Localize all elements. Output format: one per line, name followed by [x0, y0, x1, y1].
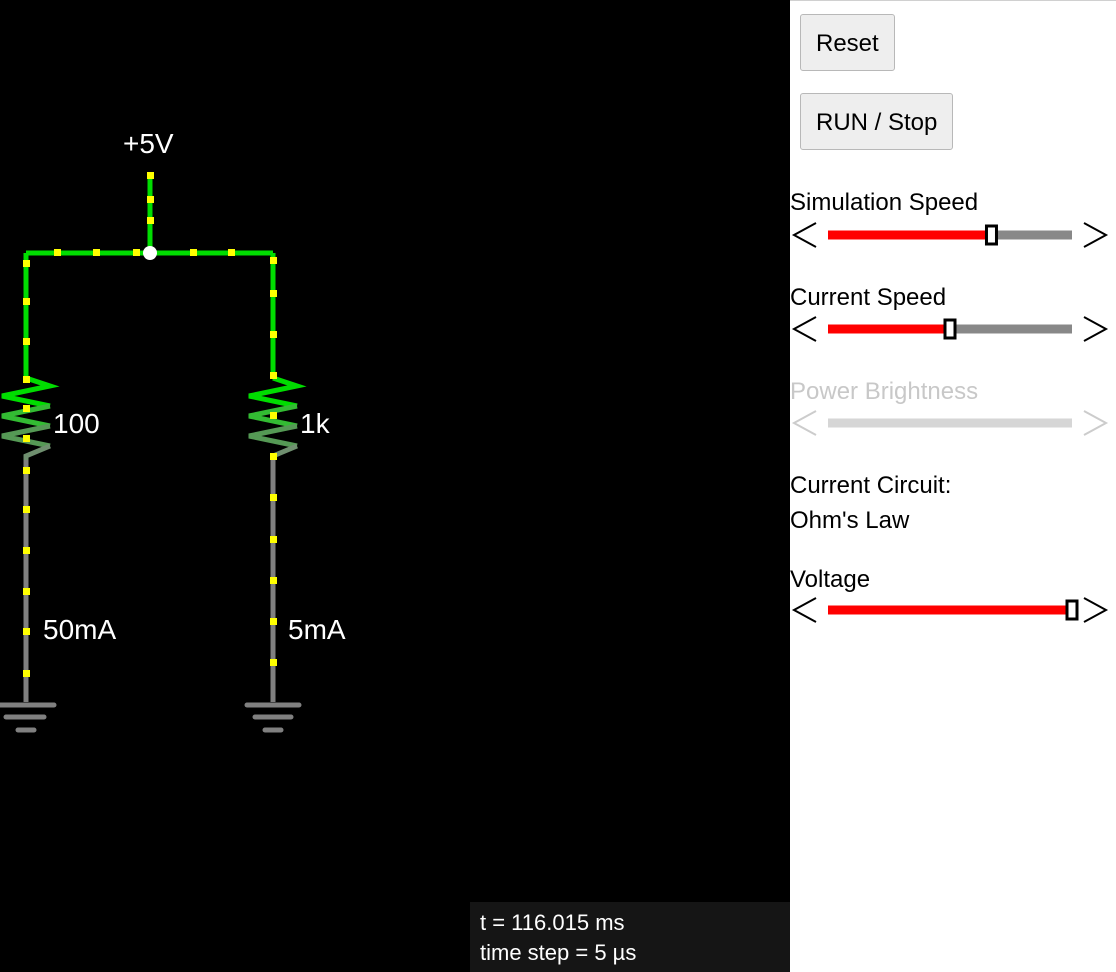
current-dot: [270, 372, 277, 379]
simulation-speed-slider[interactable]: [790, 220, 1110, 250]
current-dot: [270, 453, 277, 460]
current-dot: [228, 249, 235, 256]
current-dot: [270, 290, 277, 297]
current-dot: [147, 172, 154, 179]
current-dot: [270, 577, 277, 584]
left-current-label: 50mA: [43, 614, 116, 645]
current-dot: [270, 412, 277, 419]
current-speed-label: Current Speed: [790, 284, 947, 311]
current-dot: [270, 536, 277, 543]
slider-thumb[interactable]: [943, 318, 957, 340]
current-dot: [23, 628, 30, 635]
supply-voltage-label: +5V: [123, 128, 174, 159]
power-brightness-slider[interactable]: [790, 408, 1110, 438]
current-dot: [147, 217, 154, 224]
simulation-speed-label: Simulation Speed: [790, 189, 979, 216]
chevron-left-icon[interactable]: [791, 316, 817, 342]
chevron-left-icon: [791, 410, 817, 436]
time-step-readout: time step = 5 µs: [480, 940, 637, 965]
current-dot: [23, 467, 30, 474]
reset-button[interactable]: Reset: [800, 14, 895, 71]
junction-node[interactable]: [143, 246, 157, 260]
resistor-1k-value-label: 1k: [300, 408, 331, 439]
chevron-right-icon: [1083, 410, 1109, 436]
power-brightness-label: Power Brightness: [790, 378, 979, 405]
current-dot: [23, 506, 30, 513]
current-dot: [23, 298, 30, 305]
current-dot: [23, 670, 30, 677]
current-dot: [270, 618, 277, 625]
resistor-100-value-label: 100: [53, 408, 100, 439]
status-box: t = 116.015 ms time step = 5 µs: [470, 902, 790, 972]
chevron-left-icon[interactable]: [791, 222, 817, 248]
current-circuit-name: Ohm's Law: [790, 507, 910, 534]
current-dot: [23, 588, 30, 595]
slider-thumb[interactable]: [1065, 599, 1079, 621]
run-stop-button[interactable]: RUN / Stop: [800, 93, 954, 150]
current-circuit-heading: Current Circuit:: [790, 472, 952, 499]
current-dot: [270, 494, 277, 501]
chevron-right-icon[interactable]: [1083, 316, 1109, 342]
circuit-diagram[interactable]: +5V 100 1k 50mA 5mA: [0, 0, 790, 972]
current-dot: [270, 331, 277, 338]
chevron-right-icon[interactable]: [1083, 597, 1109, 623]
circuit-canvas[interactable]: +5V 100 1k 50mA 5mA t = 116.015 ms time …: [0, 0, 790, 972]
current-dot: [270, 257, 277, 264]
resistor-100[interactable]: [1, 375, 60, 460]
voltage-slider[interactable]: [790, 595, 1110, 625]
current-dot: [23, 376, 30, 383]
right-current-label: 5mA: [288, 614, 346, 645]
chevron-right-icon[interactable]: [1083, 222, 1109, 248]
ground-right[interactable]: [244, 702, 302, 733]
current-dot: [54, 249, 61, 256]
voltage-label: Voltage: [790, 566, 871, 593]
current-dot: [147, 196, 154, 203]
current-dot: [23, 435, 30, 442]
current-dot: [93, 249, 100, 256]
current-dot: [270, 659, 277, 666]
current-dot: [23, 260, 30, 267]
time-readout: t = 116.015 ms: [480, 910, 625, 935]
current-dot: [190, 249, 197, 256]
current-dot: [23, 405, 30, 412]
chevron-left-icon[interactable]: [791, 597, 817, 623]
slider-thumb[interactable]: [984, 224, 998, 246]
ground-left[interactable]: [0, 702, 57, 733]
current-dot: [23, 547, 30, 554]
control-panel: Reset RUN / Stop Simulation Speed Curren…: [790, 0, 1116, 972]
current-dot: [133, 249, 140, 256]
current-speed-slider[interactable]: [790, 314, 1110, 344]
current-dot: [23, 338, 30, 345]
